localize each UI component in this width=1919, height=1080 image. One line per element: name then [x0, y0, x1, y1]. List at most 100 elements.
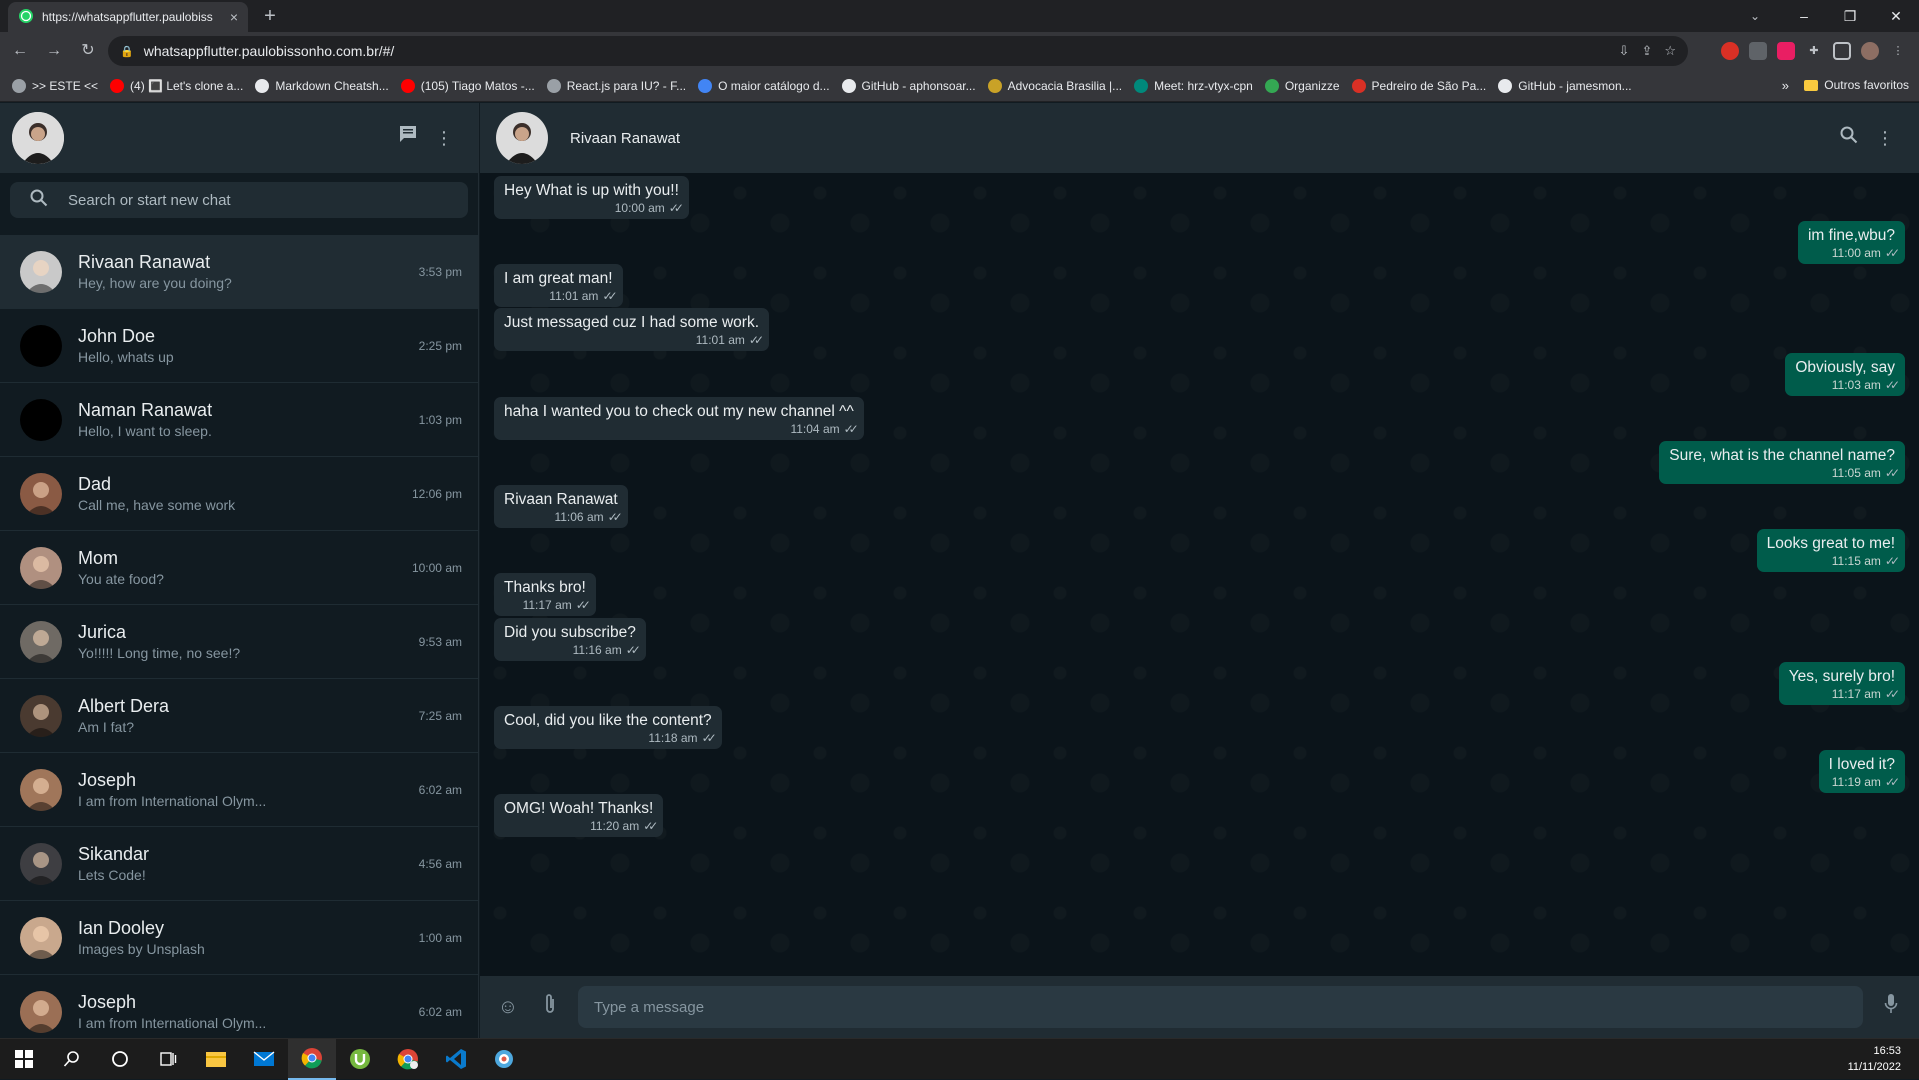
- contact-name[interactable]: Rivaan Ranawat: [570, 130, 1831, 147]
- outgoing-message[interactable]: Sure, what is the channel name?11:05 am✓…: [1659, 441, 1905, 484]
- chat-list-item[interactable]: Rivaan RanawatHey, how are you doing?3:5…: [0, 235, 478, 309]
- emoji-icon[interactable]: ☺: [494, 993, 522, 1021]
- chat-avatar: [20, 769, 62, 811]
- tab-search-chevron-icon[interactable]: ⌄: [1739, 0, 1771, 32]
- message-list: Hey What is up with you!!10:00 am✓✓ im fi…: [480, 173, 1919, 976]
- bookmark-item[interactable]: Organizze: [1265, 79, 1340, 93]
- incoming-message[interactable]: I am great man!11:01 am✓✓: [494, 264, 623, 307]
- search-input[interactable]: [68, 192, 468, 209]
- bookmark-item[interactable]: (4) 🔳 Let's clone a...: [110, 79, 243, 93]
- minimize-button[interactable]: –: [1781, 0, 1827, 32]
- incoming-message[interactable]: Rivaan Ranawat11:06 am✓✓: [494, 485, 628, 528]
- chat-list-item[interactable]: JosephI am from International Olym...6:0…: [0, 753, 478, 827]
- outgoing-message[interactable]: I loved it?11:19 am✓✓: [1819, 750, 1905, 793]
- attach-icon[interactable]: [536, 993, 564, 1021]
- share-icon[interactable]: ⇪: [1641, 43, 1652, 59]
- chat-list-item[interactable]: John DoeHello, whats up2:25 pm: [0, 309, 478, 383]
- bookmark-star-icon[interactable]: ☆: [1664, 43, 1676, 59]
- incoming-message[interactable]: Hey What is up with you!!10:00 am✓✓: [494, 176, 689, 219]
- search-messages-icon[interactable]: [1831, 120, 1867, 156]
- restore-button[interactable]: ❐: [1827, 0, 1873, 32]
- install-icon[interactable]: ⇩: [1619, 43, 1630, 59]
- message-text: im fine,wbu?: [1808, 227, 1895, 245]
- bookmark-item[interactable]: Markdown Cheatsh...: [255, 79, 388, 93]
- utorrent-icon[interactable]: [336, 1039, 384, 1080]
- bookmark-item[interactable]: GitHub - jamesmon...: [1498, 79, 1631, 93]
- chat-last-message: Images by Unsplash: [78, 941, 409, 957]
- chat-list-item[interactable]: JosephI am from International Olym...6:0…: [0, 975, 478, 1038]
- bookmark-favicon-icon: [401, 79, 415, 93]
- back-icon[interactable]: ←: [6, 37, 34, 65]
- chat-list-item[interactable]: DadCall me, have some work12:06 pm: [0, 457, 478, 531]
- incoming-message[interactable]: Thanks bro!11:17 am✓✓: [494, 573, 596, 616]
- browser-menu-icon[interactable]: ⋮: [1889, 42, 1907, 60]
- bookmark-item[interactable]: Pedreiro de São Pa...: [1352, 79, 1487, 93]
- bookmark-item[interactable]: (105) Tiago Matos -...: [401, 79, 535, 93]
- address-bar[interactable]: 🔒 whatsappflutter.paulobissonho.com.br/#…: [108, 36, 1688, 66]
- task-view-icon[interactable]: [144, 1039, 192, 1080]
- bookmark-item[interactable]: GitHub - aphonsoar...: [842, 79, 976, 93]
- new-tab-button[interactable]: +: [258, 4, 282, 28]
- bookmark-item[interactable]: React.js para IU? - F...: [547, 79, 686, 93]
- conversation-menu-icon[interactable]: ⋮: [1867, 120, 1903, 156]
- microphone-icon[interactable]: [1877, 993, 1905, 1021]
- bookmark-favicon-icon: [842, 79, 856, 93]
- outgoing-message[interactable]: Obviously, say11:03 am✓✓: [1785, 353, 1905, 396]
- my-avatar[interactable]: [12, 112, 64, 164]
- chat-info: Naman RanawatHello, I want to sleep.: [78, 400, 409, 439]
- incoming-message[interactable]: Cool, did you like the content?11:18 am✓…: [494, 706, 722, 749]
- extensions-puzzle-icon[interactable]: ✚: [1805, 42, 1823, 60]
- extension-pink-icon[interactable]: [1777, 42, 1795, 60]
- reload-icon[interactable]: ↻: [74, 37, 102, 65]
- double-check-icon: ✓✓: [702, 731, 712, 745]
- incoming-message[interactable]: OMG! Woah! Thanks!11:20 am✓✓: [494, 794, 663, 837]
- forward-icon[interactable]: →: [40, 37, 68, 65]
- outgoing-message[interactable]: im fine,wbu?11:00 am✓✓: [1798, 221, 1905, 264]
- close-window-button[interactable]: ✕: [1873, 0, 1919, 32]
- contact-avatar[interactable]: [496, 112, 548, 164]
- bookmark-item[interactable]: O maior catálogo d...: [698, 79, 829, 93]
- browser-tab[interactable]: https://whatsappflutter.paulobiss ×: [8, 2, 248, 32]
- sidebar-menu-icon[interactable]: ⋮: [426, 120, 462, 156]
- extension-red-icon[interactable]: [1721, 42, 1739, 60]
- chat-list-item[interactable]: Naman RanawatHello, I want to sleep.1:03…: [0, 383, 478, 457]
- dart-app-icon[interactable]: [480, 1039, 528, 1080]
- search-box[interactable]: [10, 182, 468, 218]
- extension-gray-icon[interactable]: [1749, 42, 1767, 60]
- chat-list-item[interactable]: MomYou ate food?10:00 am: [0, 531, 478, 605]
- new-chat-icon[interactable]: [390, 120, 426, 156]
- cortana-icon[interactable]: [96, 1039, 144, 1080]
- message-input[interactable]: [594, 999, 1863, 1016]
- bookmark-item[interactable]: >> ESTE <<: [12, 79, 98, 93]
- incoming-message[interactable]: haha I wanted you to check out my new ch…: [494, 397, 864, 440]
- chrome-taskbar-icon[interactable]: [288, 1039, 336, 1080]
- mail-icon[interactable]: [240, 1039, 288, 1080]
- system-clock[interactable]: 16:53 11/11/2022: [1848, 1043, 1901, 1075]
- bookmark-item[interactable]: Meet: hrz-vtyx-cpn: [1134, 79, 1253, 93]
- browser-tab-strip: https://whatsappflutter.paulobiss × + ⌄ …: [0, 0, 1919, 32]
- message-input-box[interactable]: [578, 986, 1863, 1028]
- outgoing-message[interactable]: Looks great to me!11:15 am✓✓: [1757, 529, 1905, 572]
- clock-date: 11/11/2022: [1848, 1059, 1901, 1075]
- tab-title: https://whatsappflutter.paulobiss: [42, 10, 222, 24]
- file-explorer-icon[interactable]: [192, 1039, 240, 1080]
- incoming-message[interactable]: Just messaged cuz I had some work.11:01 …: [494, 308, 769, 351]
- incoming-message[interactable]: Did you subscribe?11:16 am✓✓: [494, 618, 646, 661]
- chat-list-item[interactable]: Albert DeraAm I fat?7:25 am: [0, 679, 478, 753]
- profile-avatar-icon[interactable]: [1861, 42, 1879, 60]
- chrome-profile-taskbar-icon[interactable]: [384, 1039, 432, 1080]
- side-panel-icon[interactable]: [1833, 42, 1851, 60]
- chat-avatar: [20, 547, 62, 589]
- other-bookmarks[interactable]: Outros favoritos: [1804, 78, 1909, 92]
- chat-list-item[interactable]: SikandarLets Code!4:56 am: [0, 827, 478, 901]
- taskbar-search-icon[interactable]: [48, 1039, 96, 1080]
- windows-start-icon[interactable]: [0, 1039, 48, 1080]
- tab-close-icon[interactable]: ×: [230, 9, 238, 25]
- chat-time: 3:53 pm: [419, 265, 462, 279]
- bookmark-item[interactable]: Advocacia Brasilia |...: [988, 79, 1123, 93]
- outgoing-message[interactable]: Yes, surely bro!11:17 am✓✓: [1779, 662, 1905, 705]
- chat-list-item[interactable]: Ian DooleyImages by Unsplash1:00 am: [0, 901, 478, 975]
- bookmarks-overflow-icon[interactable]: »: [1782, 78, 1789, 93]
- chat-list-item[interactable]: JuricaYo!!!!! Long time, no see!?9:53 am: [0, 605, 478, 679]
- vscode-icon[interactable]: [432, 1039, 480, 1080]
